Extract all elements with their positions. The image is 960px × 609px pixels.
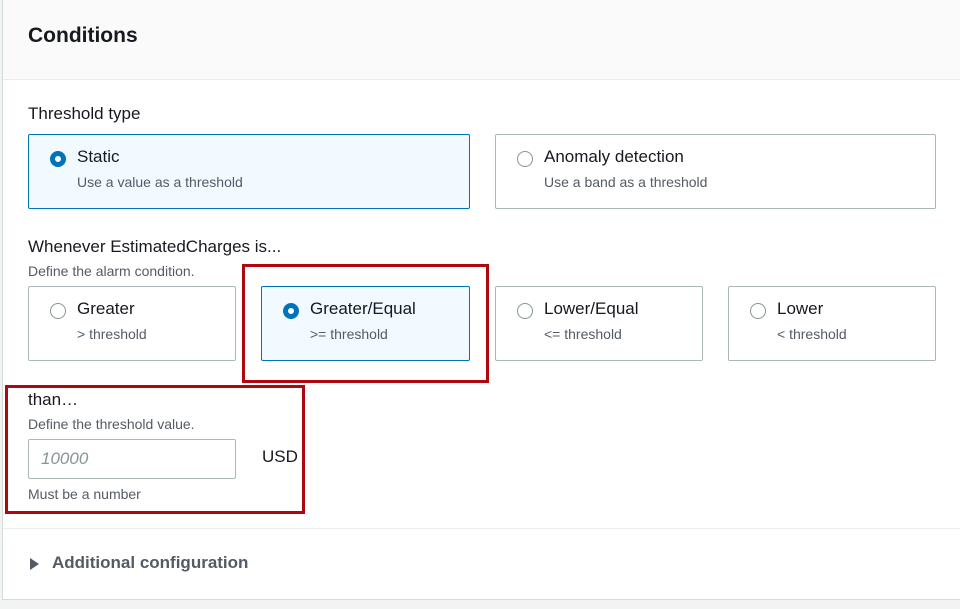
caret-right-icon: [30, 558, 39, 570]
tile-title-static: Static: [77, 147, 120, 166]
threshold-unit: USD: [262, 447, 298, 466]
panel-header: Conditions: [3, 0, 960, 80]
conditions-panel: Conditions Threshold type Static Use a v…: [2, 0, 960, 600]
threshold-label: than…: [28, 390, 79, 409]
tile-subtitle-greater-equal: >= threshold: [310, 326, 388, 342]
threshold-type-static-tile[interactable]: Static Use a value as a threshold: [28, 134, 470, 209]
threshold-type-label: Threshold type: [28, 104, 141, 123]
additional-configuration-label: Additional configuration: [52, 553, 249, 572]
radio-greater[interactable]: [50, 303, 66, 319]
radio-static[interactable]: [50, 151, 66, 167]
radio-greater-equal[interactable]: [283, 303, 299, 319]
radio-lower[interactable]: [750, 303, 766, 319]
threshold-description: Define the threshold value.: [28, 416, 195, 432]
comparison-description: Define the alarm condition.: [28, 263, 195, 279]
section-divider: [3, 528, 960, 529]
comparison-greater-tile[interactable]: Greater > threshold: [28, 286, 236, 361]
comparison-label: Whenever EstimatedCharges is...: [28, 237, 282, 256]
tile-subtitle-lower: < threshold: [777, 326, 847, 342]
tile-title-greater: Greater: [77, 299, 135, 318]
comparison-lower-tile[interactable]: Lower < threshold: [728, 286, 936, 361]
radio-anomaly-detection[interactable]: [517, 151, 533, 167]
tile-subtitle-lower-equal: <= threshold: [544, 326, 622, 342]
tile-title-lower: Lower: [777, 299, 824, 318]
comparison-greater-equal-tile[interactable]: Greater/Equal >= threshold: [261, 286, 470, 361]
tile-title-anomaly: Anomaly detection: [544, 147, 684, 166]
tile-title-greater-equal: Greater/Equal: [310, 299, 416, 318]
panel-title: Conditions: [28, 24, 138, 47]
comparison-lower-equal-tile[interactable]: Lower/Equal <= threshold: [495, 286, 703, 361]
threshold-constraint: Must be a number: [28, 486, 141, 502]
tile-subtitle-greater: > threshold: [77, 326, 147, 342]
threshold-type-anomaly-tile[interactable]: Anomaly detection Use a band as a thresh…: [495, 134, 936, 209]
tile-title-lower-equal: Lower/Equal: [544, 299, 639, 318]
threshold-value-input[interactable]: [28, 439, 236, 479]
radio-lower-equal[interactable]: [517, 303, 533, 319]
tile-subtitle-static: Use a value as a threshold: [77, 174, 243, 190]
tile-subtitle-anomaly: Use a band as a threshold: [544, 174, 708, 190]
